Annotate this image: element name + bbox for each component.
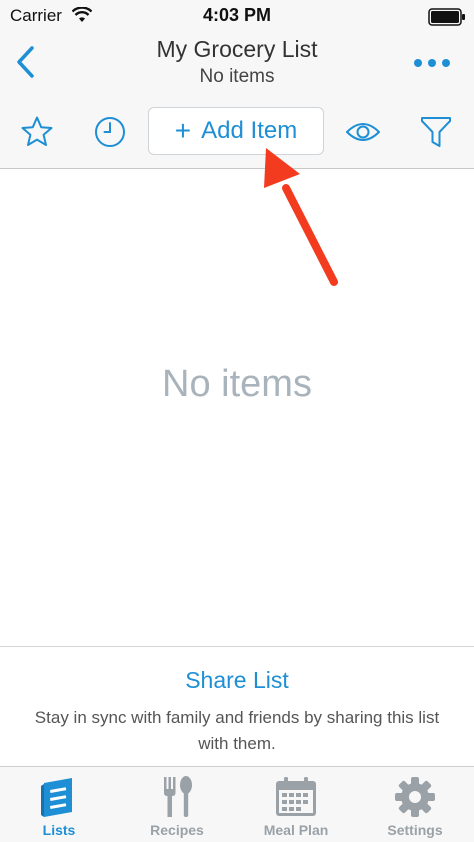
empty-state-label: No items bbox=[162, 363, 312, 405]
tab-settings-label: Settings bbox=[387, 822, 443, 838]
tab-bar: Lists Recipes Meal Plan Settings bbox=[0, 766, 474, 842]
more-options-button[interactable] bbox=[414, 56, 450, 70]
tab-meal-plan-label: Meal Plan bbox=[263, 822, 329, 838]
star-icon bbox=[21, 116, 53, 146]
tab-lists-label: Lists bbox=[42, 822, 76, 838]
navigation-bar: My Grocery List No items bbox=[0, 34, 474, 97]
tab-recipes-label: Recipes bbox=[150, 822, 204, 838]
favorites-button[interactable] bbox=[17, 112, 57, 152]
plus-icon: + bbox=[174, 115, 192, 146]
tab-meal-plan[interactable]: Meal Plan bbox=[237, 767, 355, 842]
list-toolbar: + Add Item bbox=[0, 96, 474, 169]
funnel-icon bbox=[421, 117, 451, 147]
filter-button[interactable] bbox=[416, 112, 456, 152]
calendar-icon bbox=[237, 775, 355, 819]
clock-label: 4:03 PM bbox=[202, 5, 272, 25]
recent-items-button[interactable] bbox=[90, 112, 130, 152]
status-bar: Carrier 4:03 PM bbox=[0, 0, 474, 34]
battery-icon bbox=[428, 8, 466, 31]
share-description: Stay in sync with family and friends by … bbox=[34, 708, 440, 753]
fork-spoon-icon bbox=[118, 775, 236, 819]
lists-icon bbox=[0, 775, 118, 819]
tab-settings[interactable]: Settings bbox=[356, 767, 474, 842]
share-list-link[interactable]: Share List bbox=[0, 667, 474, 694]
share-panel: Share List Stay in sync with family and … bbox=[0, 646, 474, 767]
tab-lists[interactable]: Lists bbox=[0, 767, 118, 842]
more-dot-icon bbox=[442, 59, 450, 67]
annotation-arrow-icon bbox=[250, 140, 350, 295]
gear-icon bbox=[356, 775, 474, 819]
eye-icon bbox=[346, 123, 380, 141]
more-dot-icon bbox=[414, 59, 422, 67]
page-subtitle: No items bbox=[199, 66, 275, 87]
more-dot-icon bbox=[428, 59, 436, 67]
page-title: My Grocery List bbox=[156, 36, 318, 62]
clock-icon bbox=[95, 117, 125, 147]
tab-recipes[interactable]: Recipes bbox=[118, 767, 236, 842]
